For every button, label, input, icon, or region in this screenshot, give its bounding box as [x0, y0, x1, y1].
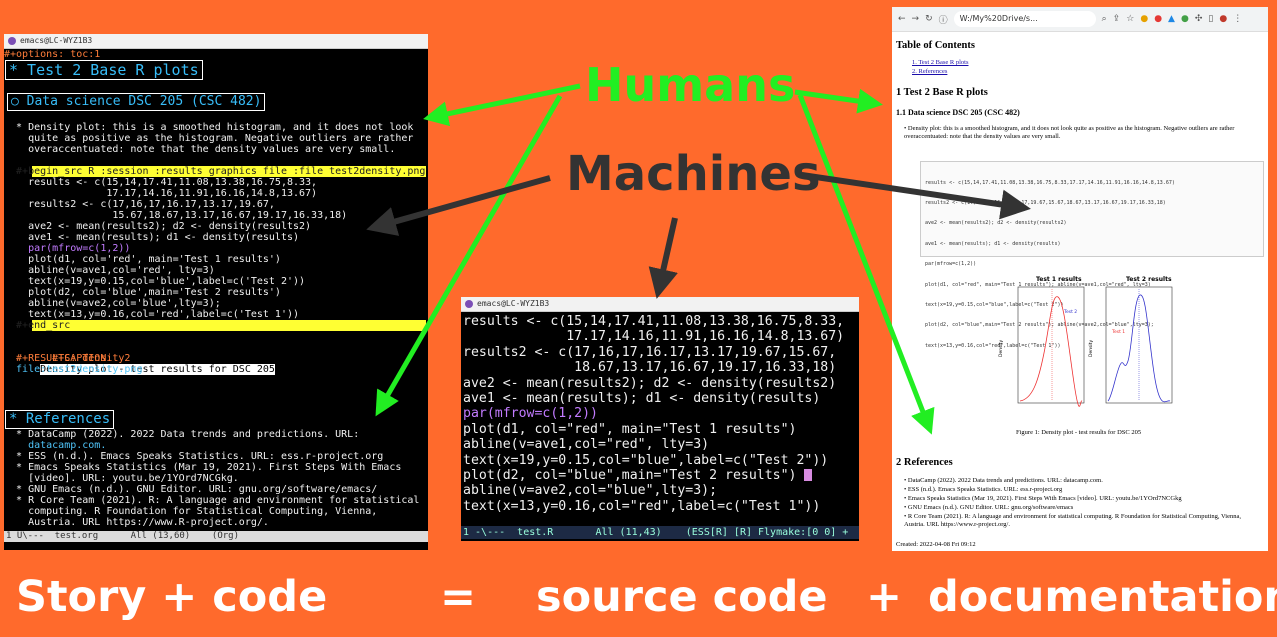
plus-sign: +: [866, 572, 903, 622]
documentation-label: documentation: [928, 572, 1277, 622]
machines-arrow-to-source: [648, 217, 678, 299]
humans-arrow-to-doc-heading: [794, 88, 883, 114]
equals-sign: =: [440, 572, 477, 622]
machines-arrow-to-code: [366, 175, 551, 236]
machines-label: Machines: [566, 146, 821, 202]
source-code-label: source code: [536, 572, 828, 622]
humans-label: Humans: [585, 58, 796, 112]
humans-arrow-to-references: [375, 94, 563, 417]
story-code-label: Story + code: [16, 572, 328, 622]
